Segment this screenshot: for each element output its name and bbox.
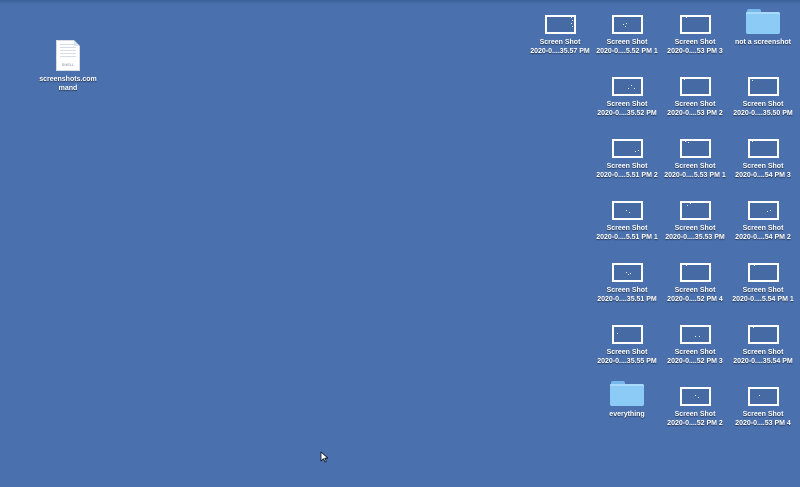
file-name-line-2: 2020-0....54 PM 2 bbox=[735, 234, 791, 241]
desktop-folder[interactable]: not a screenshot bbox=[726, 8, 800, 47]
desktop-screenshot-file[interactable]: Screen Shot 2020-0....52 PM 2 bbox=[658, 380, 732, 428]
file-name-line-2: 2020-0....52 PM 2 bbox=[667, 420, 723, 427]
file-name-line-1: Screen Shot bbox=[606, 101, 648, 108]
screenshot-thumbnail-icon bbox=[611, 201, 643, 220]
screenshot-thumbnail-icon bbox=[611, 139, 643, 158]
file-name-line-1: everything bbox=[609, 411, 645, 418]
file-name-line-2: 2020-0....53 PM 2 bbox=[667, 110, 723, 117]
desktop-screenshot-file[interactable]: Screen Shot 2020-0....35.54 PM bbox=[726, 318, 800, 366]
desktop-screenshot-file[interactable]: Screen Shot 2020-0....35.53 PM bbox=[658, 194, 732, 242]
desktop-screenshot-file[interactable]: Screen Shot 2020-0....54 PM 2 bbox=[726, 194, 800, 242]
file-name-line-2: 2020-0....52 PM 4 bbox=[667, 296, 723, 303]
desktop-screenshot-file[interactable]: Screen Shot 2020-0....35.52 PM bbox=[590, 70, 664, 118]
desktop-screenshot-file[interactable]: Screen Shot 2020-0....35.51 PM bbox=[590, 256, 664, 304]
desktop-screenshot-file[interactable]: Screen Shot 2020-0....5.53 PM 1 bbox=[658, 132, 732, 180]
file-name-line-2: 2020-0....35.57 PM bbox=[530, 48, 590, 55]
desktop-screenshot-file[interactable]: Screen Shot 2020-0....52 PM 4 bbox=[658, 256, 732, 304]
file-name-line-1: Screen Shot bbox=[742, 163, 784, 170]
file-name-line-1: Screen Shot bbox=[674, 411, 716, 418]
file-name-line-1: Screen Shot bbox=[606, 225, 648, 232]
screenshot-thumbnail-icon bbox=[747, 77, 779, 96]
file-name-line-1: Screen Shot bbox=[606, 39, 648, 46]
mouse-pointer-icon bbox=[320, 451, 328, 463]
desktop-file-screenshots-command[interactable]: SHELL screenshots.com mand bbox=[31, 40, 105, 93]
file-type-label: SHELL bbox=[61, 62, 75, 67]
desktop-screenshot-file[interactable]: Screen Shot 2020-0....5.52 PM 1 bbox=[590, 8, 664, 56]
screenshot-thumbnail-icon bbox=[747, 139, 779, 158]
desktop-screenshot-file[interactable]: Screen Shot 2020-0....53 PM 2 bbox=[658, 70, 732, 118]
menu-bar-edge bbox=[0, 0, 800, 4]
desktop-folder[interactable]: everything bbox=[590, 380, 664, 419]
file-name-line-2: 2020-0....35.51 PM bbox=[597, 296, 657, 303]
file-name-line-1: Screen Shot bbox=[606, 349, 648, 356]
screenshot-thumbnail-icon bbox=[679, 77, 711, 96]
desktop-screenshot-file[interactable]: Screen Shot 2020-0....35.55 PM bbox=[590, 318, 664, 366]
screenshot-thumbnail-icon bbox=[679, 263, 711, 282]
file-name-line-1: Screen Shot bbox=[674, 39, 716, 46]
desktop-screenshot-file[interactable]: Screen Shot 2020-0....5.51 PM 1 bbox=[590, 194, 664, 242]
file-name-line-1: not a screenshot bbox=[734, 39, 791, 46]
screenshot-thumbnail-icon bbox=[679, 201, 711, 220]
file-name-line-1: Screen Shot bbox=[742, 225, 784, 232]
desktop-screenshot-file[interactable]: Screen Shot 2020-0....5.51 PM 2 bbox=[590, 132, 664, 180]
file-name-line-2: 2020-0....53 PM 3 bbox=[667, 48, 723, 55]
screenshot-thumbnail-icon bbox=[611, 15, 643, 34]
desktop-screenshot-file[interactable]: Screen Shot 2020-0....53 PM 3 bbox=[658, 8, 732, 56]
screenshot-thumbnail-icon bbox=[679, 387, 711, 406]
file-name-line-1: Screen Shot bbox=[606, 163, 648, 170]
file-name-line-1: Screen Shot bbox=[539, 39, 581, 46]
file-name-line-2: 2020-0....5.51 PM 1 bbox=[596, 234, 658, 241]
screenshot-thumbnail-icon bbox=[747, 325, 779, 344]
file-name-line-2: 2020-0....35.52 PM bbox=[597, 110, 657, 117]
file-name-line-1: Screen Shot bbox=[742, 101, 784, 108]
screenshot-thumbnail-icon bbox=[679, 15, 711, 34]
file-name-line-1: Screen Shot bbox=[674, 287, 716, 294]
file-name-line-2: 2020-0....35.53 PM bbox=[665, 234, 725, 241]
desktop-screenshot-file[interactable]: Screen Shot 2020-0....52 PM 3 bbox=[658, 318, 732, 366]
file-name-line-2: 2020-0....5.51 PM 2 bbox=[596, 172, 658, 179]
file-name-line-2: 2020-0....52 PM 3 bbox=[667, 358, 723, 365]
screenshot-thumbnail-icon bbox=[544, 15, 576, 34]
screenshot-thumbnail-icon bbox=[611, 77, 643, 96]
desktop-screenshot-file[interactable]: Screen Shot 2020-0....35.50 PM bbox=[726, 70, 800, 118]
file-name-line-1: Screen Shot bbox=[742, 287, 784, 294]
file-name-line-2: 2020-0....53 PM 4 bbox=[735, 420, 791, 427]
file-name-line-1: Screen Shot bbox=[674, 349, 716, 356]
screenshot-thumbnail-icon bbox=[611, 325, 643, 344]
file-name-line-1: Screen Shot bbox=[674, 163, 716, 170]
file-name-line-1: Screen Shot bbox=[674, 101, 716, 108]
folder-icon bbox=[610, 381, 644, 406]
file-name-line-2: 2020-0....35.55 PM bbox=[597, 358, 657, 365]
file-name-line-2: 2020-0....5.53 PM 1 bbox=[664, 172, 726, 179]
desktop-screenshot-file[interactable]: Screen Shot 2020-0....35.57 PM bbox=[523, 8, 597, 56]
file-name-line-2: 2020-0....35.54 PM bbox=[733, 358, 793, 365]
file-name-line-1: screenshots.com bbox=[39, 76, 97, 83]
screenshot-thumbnail-icon bbox=[611, 263, 643, 282]
screenshot-thumbnail-icon bbox=[747, 263, 779, 282]
document-icon: SHELL bbox=[56, 40, 80, 71]
file-name-line-1: Screen Shot bbox=[674, 225, 716, 232]
folder-icon bbox=[746, 9, 780, 34]
file-name-line-2: 2020-0....35.50 PM bbox=[733, 110, 793, 117]
file-name-line-2: 2020-0....5.54 PM 1 bbox=[732, 296, 794, 303]
screenshot-thumbnail-icon bbox=[679, 139, 711, 158]
desktop-screenshot-file[interactable]: Screen Shot 2020-0....5.54 PM 1 bbox=[726, 256, 800, 304]
desktop-screenshot-file[interactable]: Screen Shot 2020-0....53 PM 4 bbox=[726, 380, 800, 428]
file-name-line-1: Screen Shot bbox=[606, 287, 648, 294]
screenshot-thumbnail-icon bbox=[679, 325, 711, 344]
file-name-line-2: 2020-0....5.52 PM 1 bbox=[596, 48, 658, 55]
desktop-screenshot-file[interactable]: Screen Shot 2020-0....54 PM 3 bbox=[726, 132, 800, 180]
file-name-line-2: mand bbox=[58, 85, 78, 92]
file-name-line-1: Screen Shot bbox=[742, 411, 784, 418]
screenshot-thumbnail-icon bbox=[747, 387, 779, 406]
file-name-line-1: Screen Shot bbox=[742, 349, 784, 356]
file-name-line-2: 2020-0....54 PM 3 bbox=[735, 172, 791, 179]
screenshot-thumbnail-icon bbox=[747, 201, 779, 220]
